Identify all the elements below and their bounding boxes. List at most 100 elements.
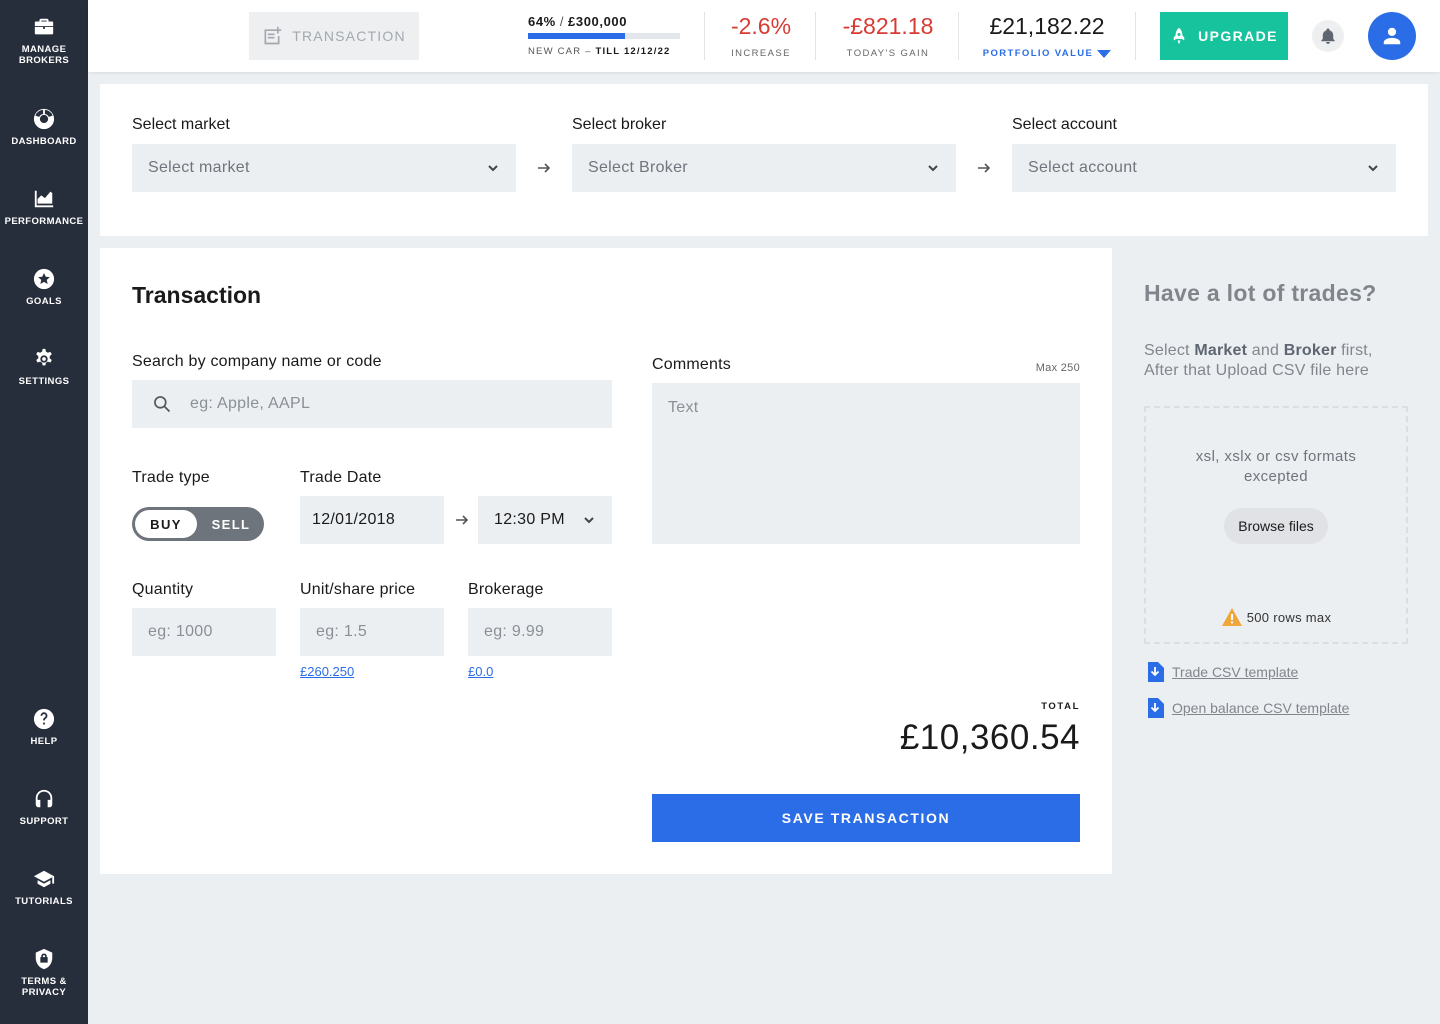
csv-desc-text: Select — [1144, 342, 1190, 359]
trade-date-input[interactable]: 12/01/2018 — [300, 496, 444, 544]
briefcase-icon — [34, 18, 54, 35]
trade-type-toggle[interactable]: BUY SELL — [132, 507, 264, 541]
star-icon — [33, 268, 55, 290]
search-placeholder: eg: Apple, AAPL — [190, 395, 311, 412]
portfolio-value-stat[interactable]: £21,182.22 PORTFOLIO VALUE — [972, 12, 1122, 59]
sidebar-item-label: Goals — [26, 296, 62, 307]
sidebar-item-terms-privacy[interactable]: Terms & privacy — [0, 948, 88, 998]
new-transaction-button[interactable]: TRANSACTION — [249, 12, 419, 60]
browse-files-button[interactable]: Browse files — [1224, 508, 1328, 544]
open-balance-csv-template-link[interactable]: Open balance CSV template — [1146, 698, 1349, 718]
todays-gain-label: TODAY'S GAIN — [846, 48, 930, 59]
comments-textarea[interactable]: Text — [652, 383, 1080, 544]
download-file-icon — [1148, 698, 1164, 718]
account-select-placeholder: Select account — [1028, 159, 1138, 176]
brokerage-input[interactable]: eg: 9.99 — [468, 608, 612, 656]
chevron-down-icon — [1368, 165, 1378, 172]
upgrade-button[interactable]: UPGRADE — [1160, 12, 1288, 60]
save-transaction-button[interactable]: SAVE TRANSACTION — [652, 794, 1080, 842]
portfolio-value-dropdown[interactable]: PORTFOLIO VALUE — [972, 48, 1122, 59]
total-value: £10,360.54 — [899, 718, 1080, 757]
header-divider — [1135, 12, 1136, 60]
sidebar-item-tutorials[interactable]: Tutorials — [0, 868, 88, 907]
trade-csv-template-label: Trade CSV template — [1172, 664, 1299, 680]
goal-progress[interactable]: 64% / £300,000 NEW CAR – TILL 12/12/22 — [528, 14, 688, 57]
sidebar-item-performance[interactable]: Performance — [0, 188, 88, 227]
transaction-form: Transaction Search by company name or co… — [100, 248, 1112, 874]
comments-placeholder: Text — [668, 399, 699, 416]
upgrade-label: UPGRADE — [1198, 28, 1278, 44]
brokerage-placeholder: eg: 9.99 — [484, 623, 545, 640]
goal-percent: 64% — [528, 14, 556, 29]
company-search-input[interactable]: eg: Apple, AAPL — [132, 380, 612, 428]
increase-label: INCREASE — [731, 48, 791, 59]
goal-deadline: TILL 12/12/22 — [595, 46, 671, 57]
portfolio-value-label: PORTFOLIO VALUE — [982, 48, 1094, 59]
trade-type-label: Trade type — [132, 469, 210, 486]
trade-date-label: Trade Date — [300, 469, 382, 486]
sidebar-item-dashboard[interactable]: Dashboard — [0, 108, 88, 147]
caret-down-icon — [1097, 49, 1112, 58]
quantity-input[interactable]: eg: 1000 — [132, 608, 276, 656]
header-divider — [704, 12, 705, 60]
account-select[interactable]: Select account — [1012, 144, 1396, 192]
sidebar-item-label: Help — [30, 736, 58, 747]
market-select[interactable]: Select market — [132, 144, 516, 192]
headset-icon — [35, 789, 53, 808]
sell-option[interactable]: SELL — [202, 510, 260, 538]
user-icon — [1383, 27, 1401, 45]
csv-desc-text: and — [1251, 342, 1280, 359]
csv-drop-zone[interactable]: xsl, xslx or csv formats excepted Browse… — [1144, 406, 1408, 644]
sidebar-item-label: Manage brokers — [18, 44, 70, 66]
chart-icon — [34, 190, 54, 208]
goal-name: NEW CAR — [528, 46, 582, 57]
open-balance-csv-template-label: Open balance CSV template — [1172, 700, 1350, 716]
brokerage-link[interactable]: £0.0 — [468, 664, 493, 679]
sidebar-item-label: Performance — [4, 216, 84, 227]
trade-date-value: 12/01/2018 — [312, 511, 396, 528]
sidebar-item-label: Settings — [18, 376, 70, 387]
buy-option[interactable]: BUY — [135, 510, 197, 538]
unit-price-label: Unit/share price — [300, 581, 416, 598]
increase-stat: -2.6% INCREASE — [716, 12, 806, 59]
market-select-group: Select market Select market — [132, 116, 516, 192]
csv-upload-title: Have a lot of trades? — [1144, 280, 1377, 306]
unit-price-link[interactable]: £260.250 — [300, 664, 354, 679]
portfolio-value: £21,182.22 — [989, 13, 1105, 39]
quantity-label: Quantity — [132, 581, 194, 598]
header-divider — [958, 12, 959, 60]
arrow-right-icon — [454, 512, 470, 528]
header-divider — [815, 12, 816, 60]
search-icon — [154, 396, 171, 413]
comments-max-length: Max 250 — [1035, 362, 1080, 374]
user-avatar-button[interactable] — [1368, 12, 1416, 60]
rows-max-text: 500 rows max — [1246, 609, 1332, 625]
sidebar-item-label: Dashboard — [11, 136, 77, 147]
csv-desc-market: Market — [1194, 342, 1248, 359]
sidebar-item-support[interactable]: Support — [0, 788, 88, 827]
graduation-cap-icon — [33, 870, 55, 888]
sidebar-item-manage-brokers[interactable]: Manage brokers — [0, 16, 88, 66]
bell-icon — [1321, 28, 1335, 44]
notifications-button[interactable] — [1312, 20, 1344, 52]
transaction-button-label: TRANSACTION — [292, 28, 406, 44]
sidebar-item-help[interactable]: Help — [0, 708, 88, 747]
chevron-down-icon — [584, 517, 594, 524]
trade-csv-template-link[interactable]: Trade CSV template — [1146, 662, 1298, 682]
csv-desc-broker: Broker — [1283, 342, 1337, 359]
lock-shield-icon — [35, 948, 53, 970]
arrow-right-icon — [536, 160, 552, 176]
trade-time-select[interactable]: 12:30 PM — [478, 496, 612, 544]
sidebar-item-label: Tutorials — [15, 896, 73, 907]
sidebar-item-label: Terms & privacy — [21, 976, 67, 998]
unit-price-input[interactable]: eg: 1.5 — [300, 608, 444, 656]
sidebar-item-settings[interactable]: Settings — [0, 348, 88, 387]
quantity-placeholder: eg: 1000 — [148, 623, 213, 640]
goal-progress-fill — [528, 33, 626, 39]
sidebar-item-goals[interactable]: Goals — [0, 268, 88, 307]
comments-label: Comments — [652, 356, 731, 373]
broker-select-label: Select broker — [572, 116, 667, 133]
chevron-down-icon — [928, 165, 938, 172]
broker-select[interactable]: Select Broker — [572, 144, 956, 192]
todays-gain-stat: -£821.18 TODAY'S GAIN — [830, 12, 946, 59]
